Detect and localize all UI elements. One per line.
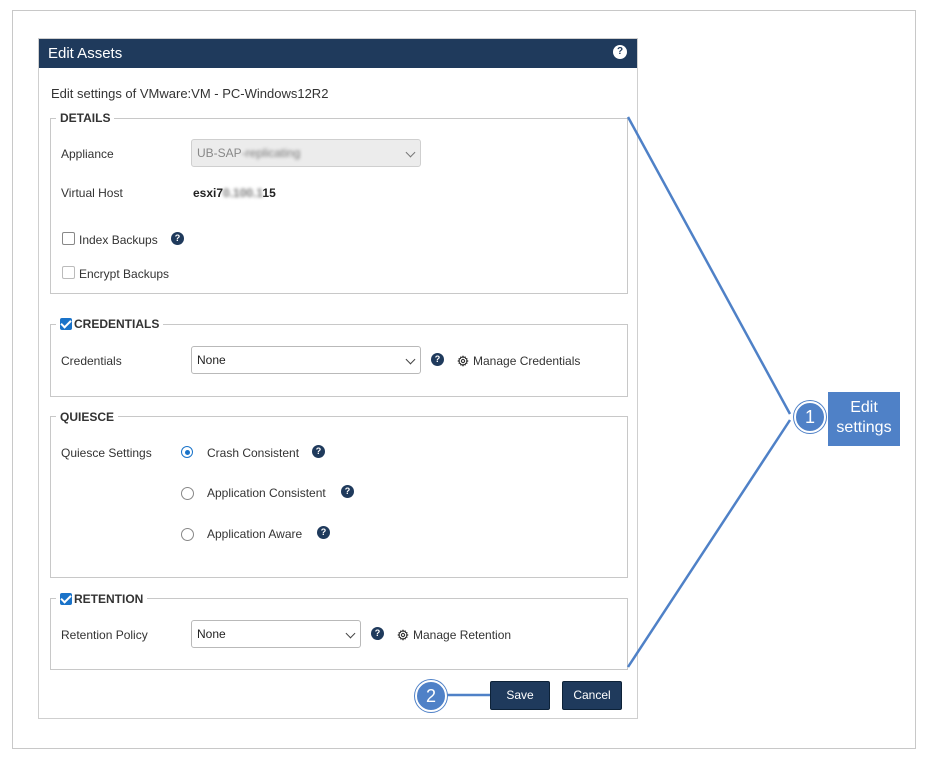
callout-1-line2: settings — [836, 419, 892, 436]
callout-line-bottom — [626, 419, 792, 668]
callout-line-top — [626, 116, 792, 415]
callout-1-label: Edit settings — [828, 392, 900, 446]
callout-1-badge: 1 — [794, 401, 826, 433]
callout-2-badge: 2 — [415, 680, 447, 712]
callout-1-line1: Edit — [850, 399, 878, 416]
callout-lines — [444, 116, 792, 697]
